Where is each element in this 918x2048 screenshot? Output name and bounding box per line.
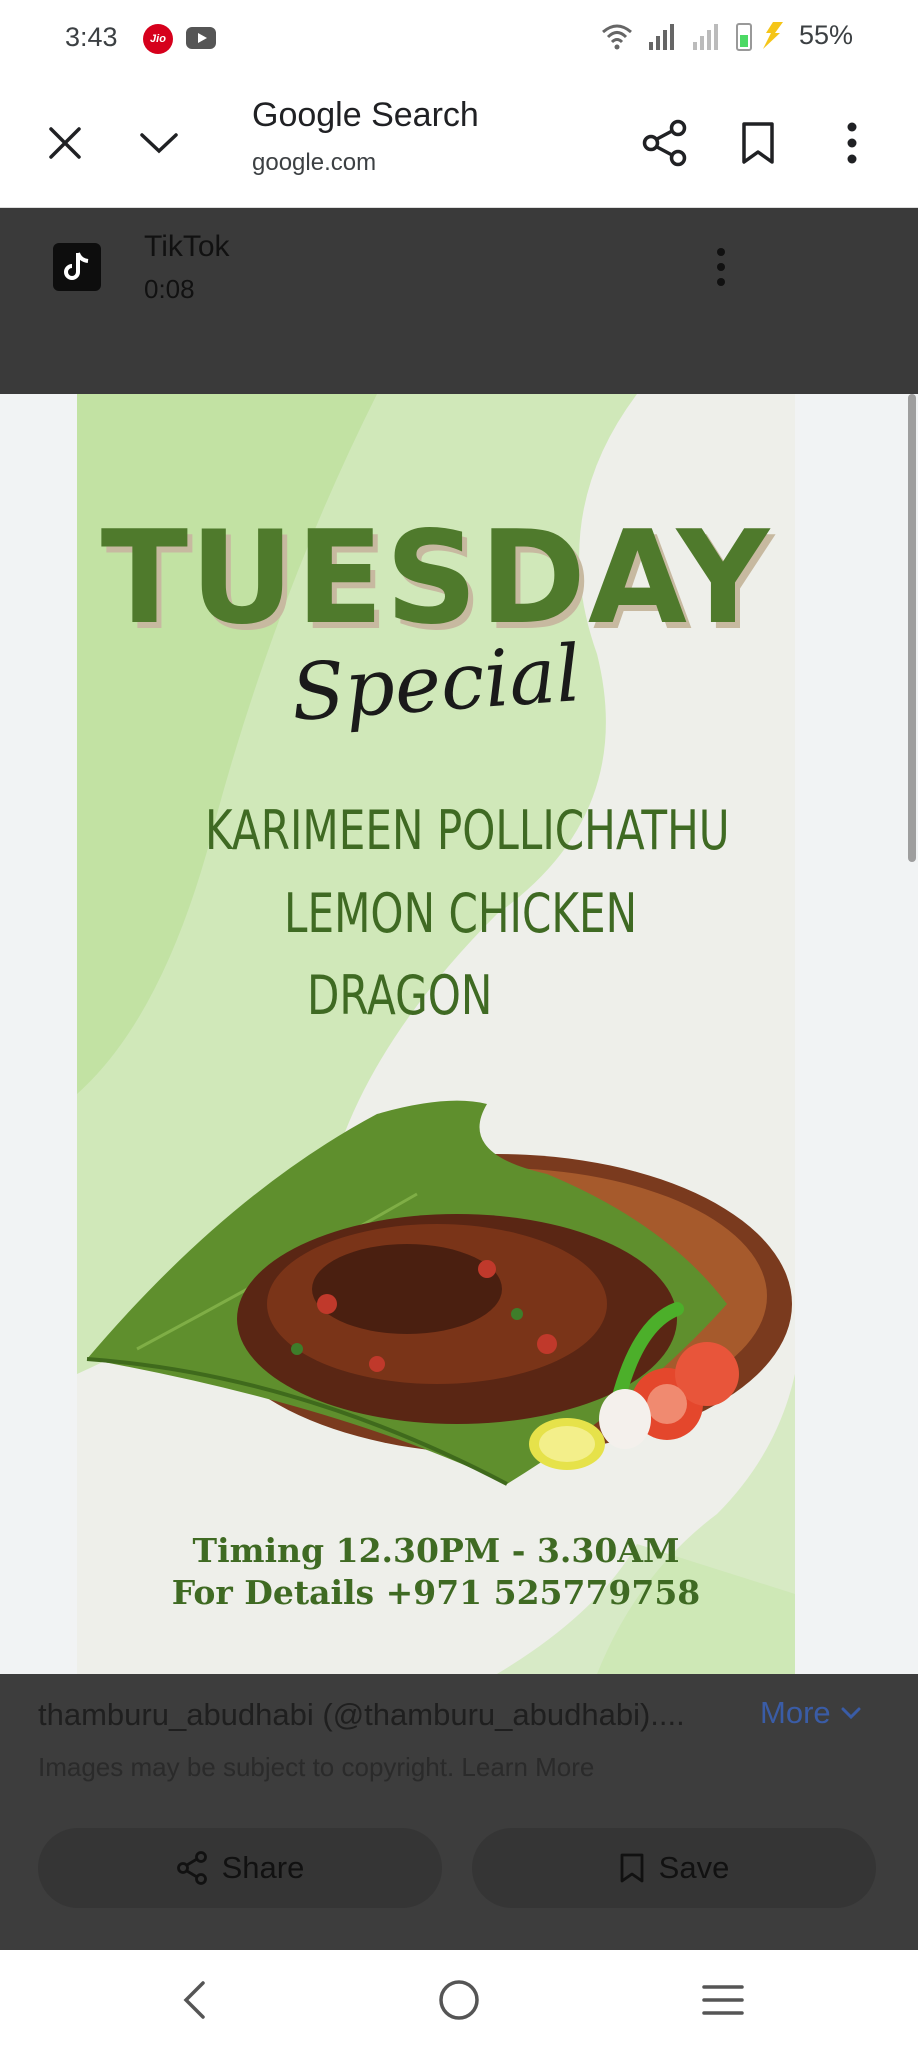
fish-dish-illustration — [86, 1100, 792, 1486]
more-label: More — [760, 1695, 831, 1730]
signal-weak-icon — [692, 23, 718, 50]
bookmark-icon — [742, 122, 774, 164]
poster-timing: Timing 12.30PM - 3.30AM For Details +971… — [77, 1530, 795, 1614]
share-icon — [176, 1851, 207, 1885]
jio-icon: Jio — [143, 24, 173, 54]
close-button[interactable] — [30, 108, 100, 178]
status-icons: 55% — [601, 20, 853, 51]
back-icon — [183, 1981, 205, 2019]
chevron-down-icon — [140, 133, 178, 154]
result-header — [0, 208, 918, 394]
share-icon — [642, 119, 687, 167]
status-time: 3:43 — [65, 22, 118, 52]
wifi-icon — [601, 24, 632, 49]
signal-icon — [648, 23, 674, 50]
more-vert-icon — [847, 122, 857, 164]
save-button[interactable]: Save — [472, 1828, 876, 1908]
back-button[interactable] — [164, 1972, 224, 2028]
page-title: Google Search — [252, 96, 479, 134]
share-label: Share — [221, 1850, 305, 1885]
more-vert-icon — [717, 248, 725, 286]
save-label: Save — [658, 1850, 730, 1885]
page-title-block: Google Search google.com — [252, 96, 479, 177]
more-button[interactable]: More — [760, 1695, 861, 1731]
scrollbar[interactable] — [908, 394, 916, 862]
recents-button[interactable] — [693, 1972, 753, 2028]
source-title[interactable]: thamburu_abudhabi (@thamburu_abudhabi)..… — [38, 1697, 685, 1733]
system-nav-bar — [0, 1950, 918, 2048]
source-name[interactable]: TikTok — [144, 230, 230, 264]
overflow-menu-button[interactable] — [817, 108, 887, 178]
share-page-button[interactable] — [630, 108, 700, 178]
recents-icon — [702, 1985, 744, 2015]
status-bar: 3:43 Jio 55% — [0, 0, 918, 78]
collapse-button[interactable] — [124, 108, 194, 178]
bookmark-button[interactable] — [723, 108, 793, 178]
menu-item: KARIMEEN POLLICHATHU — [205, 799, 730, 862]
top-app-bar: Google Search google.com — [0, 78, 918, 208]
menu-item: LEMON CHICKEN — [284, 882, 638, 945]
youtube-icon — [186, 27, 216, 49]
home-icon — [439, 1980, 479, 2020]
result-more-button[interactable] — [705, 240, 737, 294]
close-icon — [49, 127, 81, 159]
home-button[interactable] — [429, 1972, 489, 2028]
timing-text: Timing 12.30PM - 3.30AM — [192, 1531, 680, 1570]
bookmark-icon — [620, 1853, 644, 1883]
menu-item: DRAGON — [307, 964, 493, 1027]
page-url: google.com — [252, 149, 377, 176]
copyright-notice[interactable]: Images may be subject to copyright. Lear… — [38, 1752, 594, 1783]
details-text: For Details +971 525779758 — [171, 1573, 701, 1612]
chevron-down-icon — [841, 1707, 861, 1720]
share-button[interactable]: Share — [38, 1828, 442, 1908]
video-duration: 0:08 — [144, 274, 195, 304]
battery-percent: 55% — [798, 20, 853, 50]
result-image[interactable]: TUESDAY Special KARIMEEN POLLICHATHU LEM… — [77, 394, 795, 1674]
battery-charging-icon — [735, 21, 783, 51]
tiktok-logo-icon — [53, 243, 101, 291]
